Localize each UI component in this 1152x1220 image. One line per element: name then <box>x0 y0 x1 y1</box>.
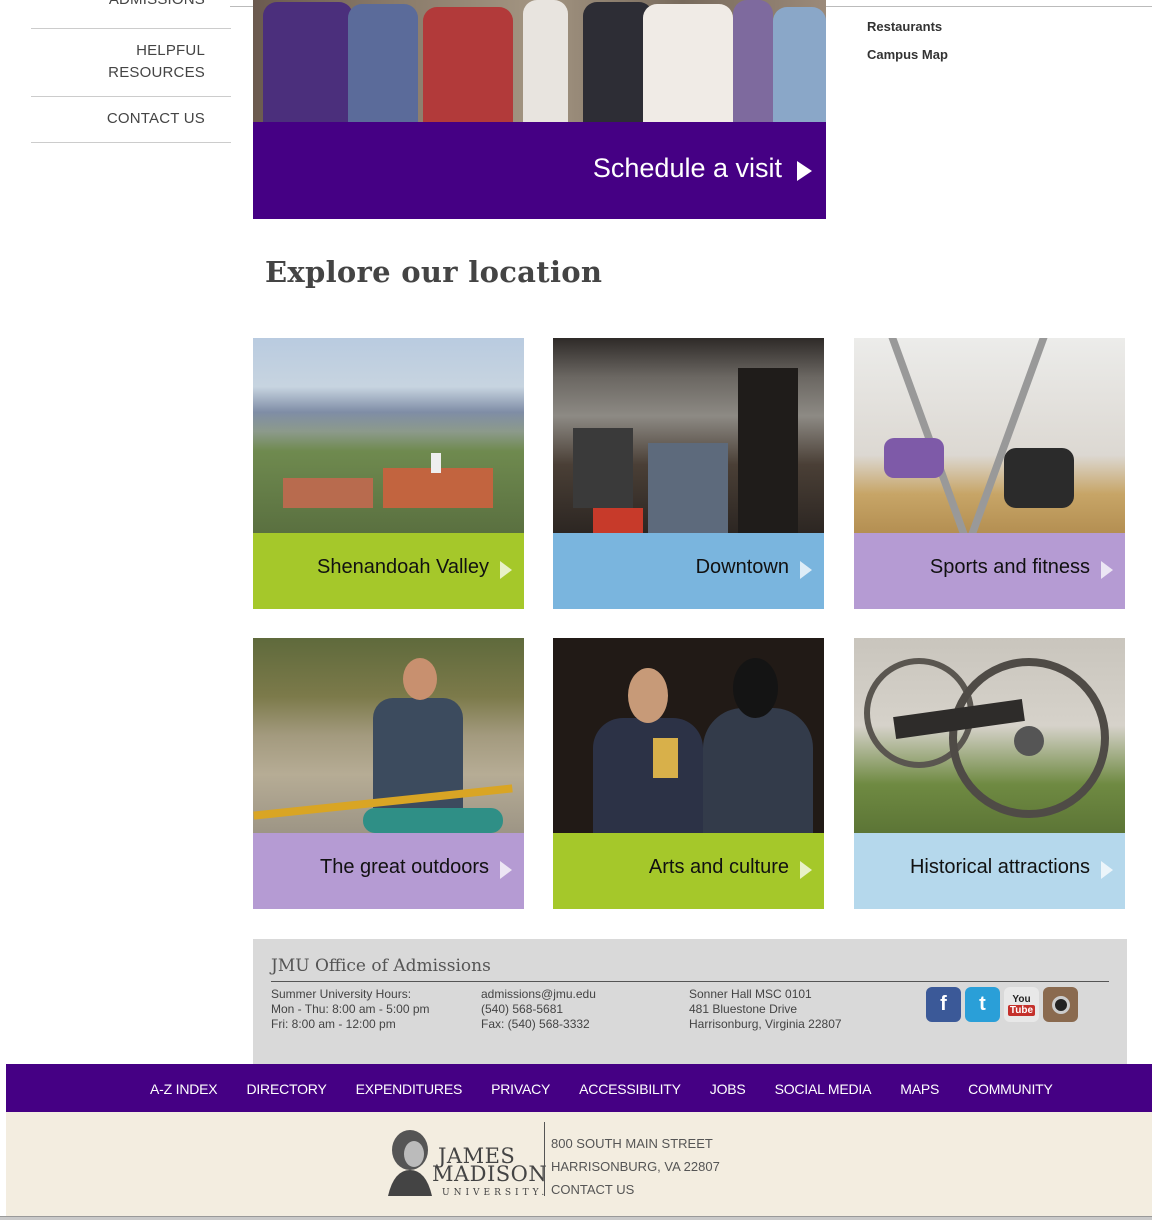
campus-map-link[interactable]: Campus Map <box>867 47 948 62</box>
youtube-icon[interactable]: You Tube <box>1004 987 1039 1022</box>
tile-downtown[interactable]: Downtown <box>553 338 824 609</box>
footer-link-az-index[interactable]: A-Z INDEX <box>150 1081 218 1097</box>
instagram-icon[interactable] <box>1043 987 1078 1022</box>
footer-link-jobs[interactable]: JOBS <box>710 1081 746 1097</box>
students-photo <box>253 0 826 122</box>
tile-bar: Downtown <box>553 533 824 609</box>
arrow-right-icon <box>800 561 812 579</box>
nav-item-helpful-label-1: HELPFUL <box>136 42 205 59</box>
arrow-right-icon <box>797 161 812 181</box>
footer-nav: A-Z INDEX DIRECTORY EXPENDITURES PRIVACY… <box>6 1064 1152 1112</box>
shenandoah-valley-photo <box>253 338 524 533</box>
footer-link-directory[interactable]: DIRECTORY <box>246 1081 326 1097</box>
footer-link-privacy[interactable]: PRIVACY <box>491 1081 550 1097</box>
tile-historical-attractions[interactable]: Historical attractions <box>854 638 1125 909</box>
tile-bar: Shenandoah Valley <box>253 533 524 609</box>
hours-fri: Fri: 8:00 am - 12:00 pm <box>271 1017 396 1031</box>
university-footer: JAMES MADISON UNIVERSITY. 800 SOUTH MAIN… <box>6 1112 1152 1216</box>
hours-mon-thu: Mon - Thu: 8:00 am - 5:00 pm <box>271 1002 430 1016</box>
youtube-glyph-top: You <box>1012 993 1031 1005</box>
schedule-visit-hero[interactable]: Schedule a visit <box>253 0 826 219</box>
phone-number: (540) 568-5681 <box>481 1002 564 1016</box>
jmu-logo[interactable]: JAMES MADISON UNIVERSITY. <box>380 1124 547 1199</box>
office-hours: Summer University Hours: Mon - Thu: 8:00… <box>271 987 430 1032</box>
arrow-right-icon <box>1101 861 1113 879</box>
address-divider <box>544 1122 545 1196</box>
twitter-icon[interactable]: t <box>965 987 1000 1022</box>
nav-item-admissions-label: ADMISSIONS <box>109 0 205 11</box>
address-line-2: 481 Bluestone Drive <box>689 1002 798 1016</box>
twitter-glyph: t <box>979 993 986 1015</box>
office-divider <box>271 981 1109 982</box>
tile-label: Downtown <box>695 556 789 578</box>
logo-text-madison: MADISON <box>432 1162 548 1186</box>
horizontal-scrollbar[interactable] <box>0 1216 1152 1220</box>
tile-bar: The great outdoors <box>253 833 524 909</box>
tile-bar: Sports and fitness <box>854 533 1125 609</box>
hours-heading: Summer University Hours: <box>271 987 412 1001</box>
historical-attractions-photo <box>854 638 1125 833</box>
tile-label: Shenandoah Valley <box>317 556 489 578</box>
downtown-photo <box>553 338 824 533</box>
logo-text-university: UNIVERSITY. <box>442 1188 549 1198</box>
arrow-right-icon <box>1101 561 1113 579</box>
nav-item-helpful-resources[interactable]: HELPFUL RESOURCES <box>31 29 231 97</box>
youtube-glyph-bottom: Tube <box>1007 1004 1036 1016</box>
social-icons: f t You Tube <box>926 987 1078 1022</box>
footer-link-maps[interactable]: MAPS <box>900 1081 939 1097</box>
tile-bar: Arts and culture <box>553 833 824 909</box>
university-address: 800 SOUTH MAIN STREET HARRISONBURG, VA 2… <box>551 1132 720 1201</box>
tile-label: The great outdoors <box>320 856 489 878</box>
facebook-glyph: f <box>940 993 947 1015</box>
email-link[interactable]: admissions@jmu.edu <box>481 987 596 1002</box>
arrow-right-icon <box>500 861 512 879</box>
admissions-office-info: JMU Office of Admissions Summer Universi… <box>253 939 1127 1064</box>
arrow-right-icon <box>500 561 512 579</box>
street-address: 800 SOUTH MAIN STREET <box>551 1136 713 1151</box>
nav-item-helpful-label-2: RESOURCES <box>108 64 205 81</box>
left-nav: ADMISSIONS HELPFUL RESOURCES CONTACT US <box>31 0 231 143</box>
tile-label: Arts and culture <box>648 856 789 878</box>
office-contact: admissions@jmu.edu (540) 568-5681 Fax: (… <box>481 987 596 1032</box>
office-title: JMU Office of Admissions <box>271 956 491 976</box>
tile-label: Sports and fitness <box>929 556 1090 578</box>
footer-link-accessibility[interactable]: ACCESSIBILITY <box>579 1081 681 1097</box>
address-line-1: Sonner Hall MSC 0101 <box>689 987 812 1001</box>
right-links: Restaurants Campus Map <box>867 19 948 75</box>
nav-item-contact-us[interactable]: CONTACT US <box>31 97 231 143</box>
nav-item-admissions[interactable]: ADMISSIONS <box>31 0 231 29</box>
address-line-3: Harrisonburg, Virginia 22807 <box>689 1017 842 1031</box>
arts-culture-photo <box>553 638 824 833</box>
tile-great-outdoors[interactable]: The great outdoors <box>253 638 524 909</box>
explore-heading: Explore our location <box>265 255 603 289</box>
footer-link-community[interactable]: COMMUNITY <box>968 1081 1053 1097</box>
arrow-right-icon <box>800 861 812 879</box>
fax-number: Fax: (540) 568-3332 <box>481 1017 590 1031</box>
sports-fitness-photo <box>854 338 1125 533</box>
schedule-visit-banner[interactable]: Schedule a visit <box>253 122 826 219</box>
city-state-zip: HARRISONBURG, VA 22807 <box>551 1159 720 1174</box>
tile-sports-fitness[interactable]: Sports and fitness <box>854 338 1125 609</box>
schedule-visit-label: Schedule a visit <box>592 153 782 183</box>
facebook-icon[interactable]: f <box>926 987 961 1022</box>
james-madison-portrait-icon <box>388 1130 432 1196</box>
great-outdoors-photo <box>253 638 524 833</box>
footer-link-expenditures[interactable]: EXPENDITURES <box>356 1081 463 1097</box>
footer-link-social-media[interactable]: SOCIAL MEDIA <box>775 1081 872 1097</box>
tile-bar: Historical attractions <box>854 833 1125 909</box>
tile-label: Historical attractions <box>909 856 1090 878</box>
contact-us-link[interactable]: CONTACT US <box>551 1178 720 1201</box>
office-address: Sonner Hall MSC 0101 481 Bluestone Drive… <box>689 987 842 1032</box>
tile-shenandoah-valley[interactable]: Shenandoah Valley <box>253 338 524 609</box>
tile-arts-culture[interactable]: Arts and culture <box>553 638 824 909</box>
restaurants-link[interactable]: Restaurants <box>867 19 948 34</box>
